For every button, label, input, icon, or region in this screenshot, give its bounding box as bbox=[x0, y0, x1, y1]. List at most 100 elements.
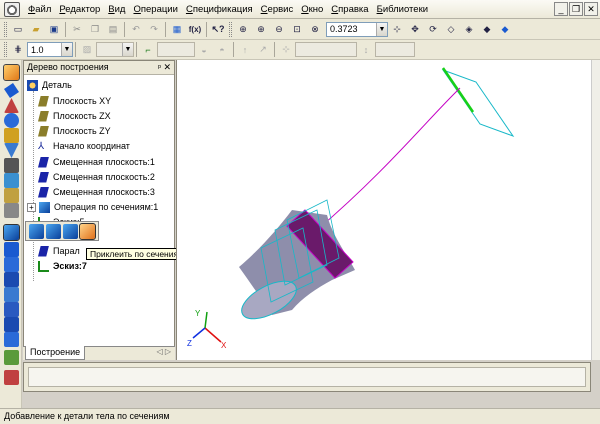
coord-field[interactable] bbox=[295, 42, 357, 57]
undo-icon[interactable]: ↶ bbox=[128, 21, 144, 37]
zoom-all-icon[interactable]: ⊡ bbox=[289, 21, 305, 37]
menu-item-7[interactable]: Справка bbox=[327, 0, 372, 19]
draft-icon[interactable] bbox=[4, 203, 19, 218]
points-icon[interactable]: ⊹ bbox=[278, 42, 294, 58]
tab-nav-icon[interactable]: ◁ ▷ bbox=[156, 347, 171, 356]
paste-icon[interactable]: ▤ bbox=[105, 21, 121, 37]
zoom-out-icon[interactable]: ⊖ bbox=[271, 21, 287, 37]
chevron-down-icon[interactable]: ▼ bbox=[122, 43, 133, 56]
menu-item-8[interactable]: Библиотеки bbox=[373, 0, 432, 19]
sketch-combo[interactable] bbox=[157, 42, 195, 57]
menu-item-0[interactable]: Файл bbox=[24, 0, 55, 19]
zoom-scale-icon[interactable]: ⊗ bbox=[307, 21, 323, 37]
surfaces-icon[interactable] bbox=[4, 317, 19, 332]
pan-icon[interactable]: ✥ bbox=[407, 21, 423, 37]
menu-item-5[interactable]: Сервис bbox=[257, 0, 298, 19]
tree-item[interactable]: Плоскость ZX bbox=[38, 109, 111, 123]
orientation-icon[interactable]: ⊹ bbox=[389, 21, 405, 37]
menu-item-2[interactable]: Вид bbox=[104, 0, 129, 19]
sweep-icon[interactable] bbox=[4, 242, 19, 257]
window-controls: _ ❐ ✕ bbox=[554, 2, 598, 16]
zoom-window-icon[interactable]: ⊕ bbox=[235, 21, 251, 37]
tree-item[interactable]: + Операция по сечениям:1 bbox=[27, 200, 158, 214]
rotate-icon[interactable]: ⟳ bbox=[425, 21, 441, 37]
cut-loft-icon[interactable] bbox=[63, 223, 78, 239]
menu-item-3[interactable]: Операции bbox=[129, 0, 181, 19]
tree-item[interactable]: Плоскость ZY bbox=[38, 124, 111, 138]
viewport-scrollbar[interactable] bbox=[591, 60, 600, 360]
sketch-mode-icon[interactable]: ⌐ bbox=[140, 42, 156, 58]
loft-icon[interactable] bbox=[29, 223, 44, 239]
help-pointer-icon[interactable]: ↖? bbox=[210, 21, 226, 37]
shell-icon[interactable] bbox=[4, 158, 19, 173]
extrude-icon[interactable] bbox=[4, 83, 19, 98]
model-viewport[interactable]: X Y Z bbox=[176, 60, 600, 360]
tree-item[interactable]: Смещенная плоскость:1 bbox=[38, 155, 155, 169]
zoom-combo[interactable]: 0.3723 ▼ bbox=[326, 21, 388, 37]
measure-icon[interactable] bbox=[4, 350, 19, 365]
coords-icon[interactable]: ↑ bbox=[237, 42, 253, 58]
tree-item[interactable]: Эскиз:7 bbox=[38, 259, 87, 273]
sweep-icon[interactable] bbox=[46, 223, 61, 239]
cube-wireframe-icon[interactable]: ◇ bbox=[443, 21, 459, 37]
cube-shaded-icon[interactable]: ◆ bbox=[497, 21, 513, 37]
rib-icon[interactable] bbox=[4, 128, 19, 143]
tree-item[interactable]: ⅄ Начало координат bbox=[38, 139, 130, 153]
menu-item-6[interactable]: Окно bbox=[297, 0, 327, 19]
expand-icon[interactable]: + bbox=[27, 202, 36, 212]
close-icon[interactable]: ✕ bbox=[163, 61, 171, 74]
menu-item-4[interactable]: Спецификация bbox=[182, 0, 257, 19]
menu-item-1[interactable]: Редактор bbox=[55, 0, 104, 19]
tab-build[interactable]: Построение bbox=[25, 346, 86, 360]
fillet-icon[interactable] bbox=[4, 143, 19, 158]
revolve-icon[interactable] bbox=[4, 113, 19, 128]
layer-icon[interactable]: ▨ bbox=[79, 42, 95, 58]
new-document-icon[interactable]: ▭ bbox=[10, 21, 26, 37]
cube-hidden-icon[interactable]: ◈ bbox=[461, 21, 477, 37]
add-loft-icon[interactable] bbox=[79, 222, 96, 240]
array-curve-icon[interactable] bbox=[4, 302, 19, 317]
app-logo-icon[interactable] bbox=[4, 1, 20, 17]
manager-icon[interactable]: ▦ bbox=[169, 21, 185, 37]
minimize-icon[interactable]: _ bbox=[554, 2, 568, 16]
array-circular-icon[interactable] bbox=[4, 287, 19, 302]
tree-item[interactable]: Плоскость XY bbox=[38, 94, 111, 108]
copy-icon[interactable]: ❐ bbox=[87, 21, 103, 37]
save-icon[interactable]: ▣ bbox=[46, 21, 62, 37]
chevron-down-icon[interactable]: ▼ bbox=[61, 43, 72, 56]
array-icon[interactable] bbox=[4, 272, 19, 287]
edit-details-icon[interactable] bbox=[3, 64, 20, 81]
variables-icon[interactable]: f(x) bbox=[187, 21, 203, 37]
coords2-icon[interactable]: ↗ bbox=[255, 42, 271, 58]
filter2-icon[interactable]: ◓ bbox=[214, 42, 230, 58]
pin-icon[interactable]: ᵖ bbox=[158, 61, 161, 74]
redo-icon[interactable]: ↷ bbox=[146, 21, 162, 37]
cube-gray-icon[interactable]: ◆ bbox=[479, 21, 495, 37]
loft-icon[interactable] bbox=[3, 224, 20, 241]
tree-item[interactable]: Парал bbox=[38, 244, 80, 258]
filter-icon[interactable]: ◒ bbox=[196, 42, 212, 58]
cut-extrude-icon[interactable] bbox=[4, 98, 19, 113]
curves-icon[interactable] bbox=[4, 332, 19, 347]
chamfer-icon[interactable] bbox=[4, 173, 19, 188]
toolbar-grip[interactable] bbox=[229, 21, 232, 37]
spec-icon[interactable] bbox=[4, 370, 19, 385]
toolbar-grip[interactable] bbox=[4, 21, 7, 37]
mirror-icon[interactable] bbox=[4, 257, 19, 272]
grid-snap-icon[interactable]: ⋕ bbox=[10, 42, 26, 58]
close-icon[interactable]: ✕ bbox=[584, 2, 598, 16]
tree-item[interactable]: Смещенная плоскость:2 bbox=[38, 170, 155, 184]
open-folder-icon[interactable]: ▰ bbox=[28, 21, 44, 37]
layer-combo[interactable]: ▼ bbox=[96, 42, 134, 57]
chevron-down-icon[interactable]: ▼ bbox=[376, 22, 387, 36]
coord-field-2[interactable] bbox=[375, 42, 415, 57]
tree-item[interactable]: Смещенная плоскость:3 bbox=[38, 185, 155, 199]
hole-icon[interactable] bbox=[4, 188, 19, 203]
restore-icon[interactable]: ❐ bbox=[569, 2, 583, 16]
zoom-in-icon[interactable]: ⊕ bbox=[253, 21, 269, 37]
tree-root[interactable]: Деталь bbox=[27, 78, 72, 92]
cursor-icon[interactable]: ↕ bbox=[358, 42, 374, 58]
cut-icon[interactable]: ✂ bbox=[69, 21, 85, 37]
step-combo[interactable]: 1.0 ▼ bbox=[27, 42, 73, 57]
toolbar-grip[interactable] bbox=[4, 42, 7, 57]
